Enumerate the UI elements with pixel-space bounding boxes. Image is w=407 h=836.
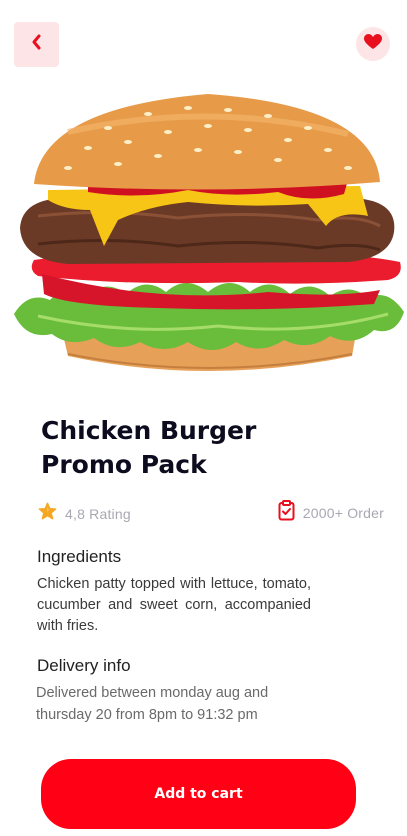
clipboard-check-icon (278, 500, 295, 526)
rating-text: 4,8 Rating (65, 505, 131, 522)
rating: 4,8 Rating (38, 502, 131, 525)
orders: 2000+ Order (278, 500, 384, 526)
delivery-text: Delivered between monday aug and thursda… (36, 685, 269, 723)
add-to-cart-button[interactable]: Add to cart (41, 759, 356, 829)
orders-text: 2000+ Order (302, 505, 384, 521)
star-icon (38, 502, 57, 525)
burger-image (8, 86, 407, 386)
ingredients-heading: Ingredients (37, 547, 122, 566)
heart-icon (364, 33, 382, 55)
product-title-line2: Promo Pack (41, 450, 207, 479)
favorite-button[interactable] (356, 27, 390, 61)
back-button[interactable] (14, 22, 59, 67)
delivery-heading: Delivery info (37, 656, 131, 675)
product-meta: 4,8 Rating 2000+ Order (38, 500, 384, 524)
product-title-line1: Chicken Burger (41, 416, 257, 445)
ingredients-text: Chicken patty topped with lettuce, tomat… (37, 576, 311, 634)
chevron-left-icon (30, 34, 44, 55)
product-title: Chicken Burger Promo Pack (41, 414, 371, 482)
